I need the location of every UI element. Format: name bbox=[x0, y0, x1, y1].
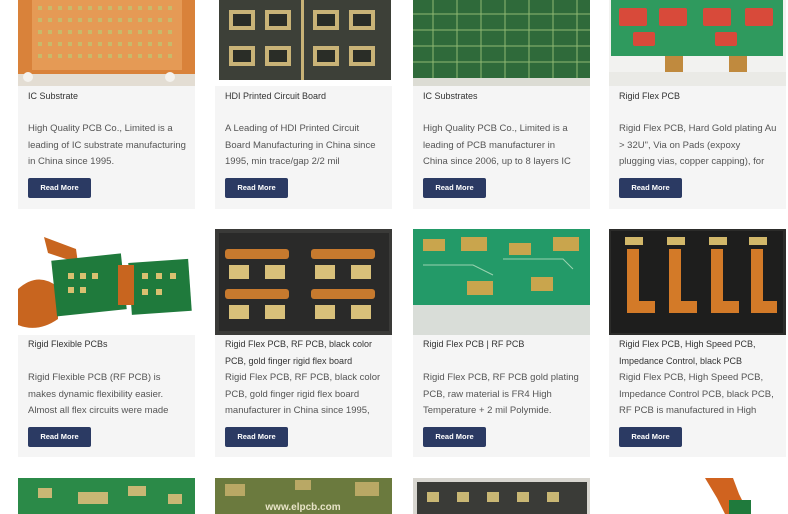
product-card: www.elpcb.com bbox=[215, 478, 392, 514]
rf-pcb-image[interactable] bbox=[413, 229, 590, 335]
card-description: Rigid Flex PCB, RF PCB gold plating PCB,… bbox=[423, 372, 579, 416]
product-card: IC Substrates High Quality PCB Co., Limi… bbox=[413, 0, 590, 209]
flex-cable-image[interactable] bbox=[609, 478, 786, 514]
pcb-green-image[interactable] bbox=[18, 478, 195, 514]
card-description: Rigid Flex PCB, High Speed PCB, Impedanc… bbox=[619, 372, 774, 416]
read-more-button[interactable]: Read More bbox=[28, 178, 91, 198]
product-card: IC Substrate High Quality PCB Co., Limit… bbox=[18, 0, 195, 209]
pcb-olive-image[interactable]: www.elpcb.com bbox=[215, 478, 392, 514]
watermark-text: www.elpcb.com bbox=[264, 502, 340, 513]
read-more-button[interactable]: Read More bbox=[28, 427, 91, 447]
card-title[interactable]: IC Substrate bbox=[28, 88, 187, 105]
hdi-board-image[interactable] bbox=[215, 0, 392, 86]
read-more-button[interactable]: Read More bbox=[423, 178, 486, 198]
rigid-flex-image[interactable] bbox=[609, 0, 786, 86]
high-speed-image[interactable] bbox=[609, 229, 786, 335]
rigid-flexible-image[interactable] bbox=[18, 229, 195, 335]
read-more-button[interactable]: Read More bbox=[619, 178, 682, 198]
product-card bbox=[413, 478, 590, 514]
card-description: Rigid Flex PCB, Hard Gold plating Au > 3… bbox=[619, 123, 777, 167]
card-description: A Leading of HDI Printed Circuit Board M… bbox=[225, 123, 376, 167]
read-more-button[interactable]: Read More bbox=[225, 178, 288, 198]
card-description: High Quality PCB Co., Limited is a leadi… bbox=[423, 123, 571, 167]
card-description: Rigid Flex PCB, RF PCB, black color PCB,… bbox=[225, 372, 381, 416]
card-title[interactable]: Rigid Flex PCB | RF PCB bbox=[423, 336, 582, 353]
ic-substrate-image[interactable] bbox=[18, 0, 195, 86]
read-more-button[interactable]: Read More bbox=[225, 427, 288, 447]
card-description: Rigid Flexible PCB (RF PCB) is makes dyn… bbox=[28, 372, 169, 416]
card-title[interactable]: Rigid Flex PCB, High Speed PCB, Impedanc… bbox=[619, 336, 778, 370]
ic-substrates-image[interactable] bbox=[413, 0, 590, 86]
pcb-dark-image[interactable] bbox=[413, 478, 590, 514]
card-description: High Quality PCB Co., Limited is a leadi… bbox=[28, 123, 186, 167]
product-card: Rigid Flex PCB, High Speed PCB, Impedanc… bbox=[609, 229, 786, 457]
card-title[interactable]: Rigid Flex PCB bbox=[619, 88, 778, 105]
product-card bbox=[18, 478, 195, 514]
card-title[interactable]: HDI Printed Circuit Board bbox=[225, 88, 384, 105]
product-card: Rigid Flex PCB, RF PCB, black color PCB,… bbox=[215, 229, 392, 457]
product-card: Rigid Flexible PCBs Rigid Flexible PCB (… bbox=[18, 229, 195, 457]
card-title[interactable]: Rigid Flexible PCBs bbox=[28, 336, 187, 353]
card-title[interactable]: IC Substrates bbox=[423, 88, 582, 105]
product-card: HDI Printed Circuit Board A Leading of H… bbox=[215, 0, 392, 209]
product-card bbox=[609, 478, 786, 514]
product-card: Rigid Flex PCB Rigid Flex PCB, Hard Gold… bbox=[609, 0, 786, 209]
read-more-button[interactable]: Read More bbox=[423, 427, 486, 447]
read-more-button[interactable]: Read More bbox=[619, 427, 682, 447]
product-card: Rigid Flex PCB | RF PCB Rigid Flex PCB, … bbox=[413, 229, 590, 457]
black-rigid-flex-image[interactable] bbox=[215, 229, 392, 335]
card-title[interactable]: Rigid Flex PCB, RF PCB, black color PCB,… bbox=[225, 336, 384, 370]
